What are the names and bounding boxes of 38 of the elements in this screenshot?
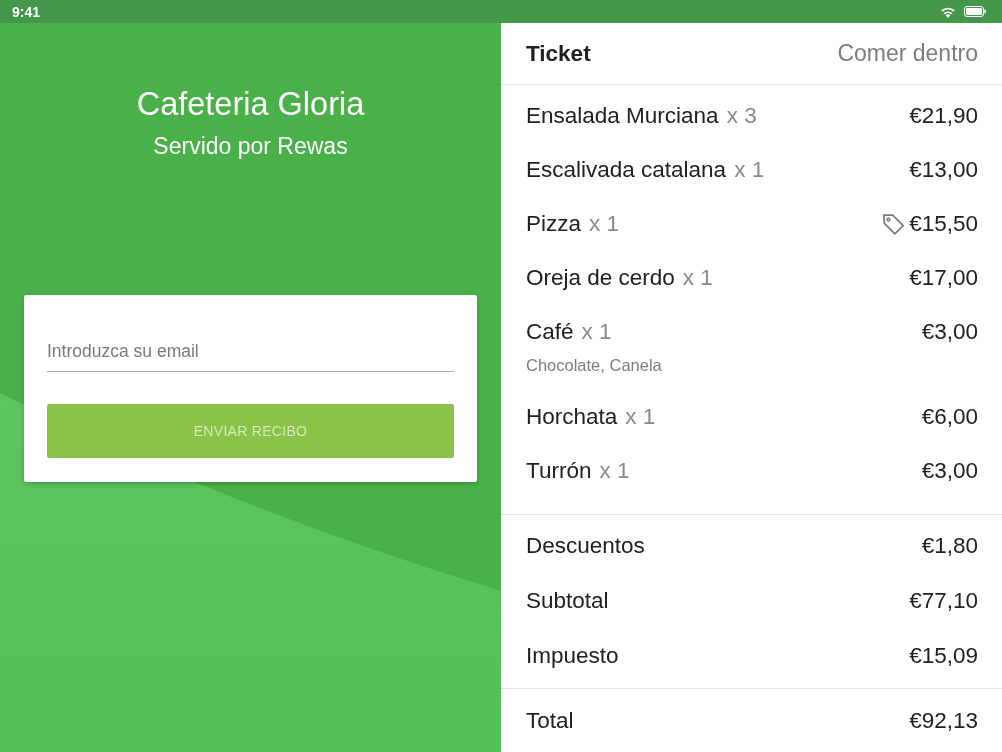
order-type: Comer dentro (837, 39, 978, 69)
item-price: €21,90 (909, 102, 978, 130)
battery-icon (964, 6, 986, 17)
item-name: Pizza (526, 210, 582, 238)
item-price: €3,00 (921, 318, 978, 346)
venue-subtitle: Servido por Rewas (153, 132, 348, 161)
item-price: €13,00 (909, 156, 978, 184)
item-quantity: x 1 (581, 318, 612, 346)
summary-value: €77,10 (909, 586, 978, 615)
summary-label: Descuentos (526, 531, 645, 560)
item-quantity: x 1 (682, 264, 713, 292)
wifi-icon (940, 5, 956, 18)
item-price: €17,00 (909, 264, 978, 292)
item-quantity: x 1 (589, 210, 620, 238)
item-quantity: x 1 (734, 156, 765, 184)
summary-label: Impuesto (526, 641, 619, 670)
item-name: Ensalada Murciana (526, 102, 719, 130)
item-quantity: x 1 (625, 403, 656, 431)
item-modifiers: Chocolate, Canela (526, 355, 663, 375)
item-name: Escalivada catalana (526, 156, 727, 184)
total-label: Total (526, 706, 574, 735)
summary-value: €1,80 (921, 531, 978, 560)
email-field[interactable]: Introduzca su email (47, 335, 454, 372)
summary-value: €15,09 (909, 641, 978, 670)
item-name: Horchata (526, 403, 618, 431)
item-name: Café (526, 318, 574, 346)
total-value: €92,13 (909, 706, 978, 735)
item-price: €6,00 (921, 403, 978, 431)
venue-name: Cafeteria Gloria (136, 85, 365, 124)
ticket-title: Ticket (526, 39, 591, 68)
summary-label: Subtotal (526, 586, 609, 615)
item-price: €3,00 (921, 457, 978, 485)
item-price: €15,50 (909, 210, 978, 238)
status-time: 9:41 (12, 4, 41, 19)
item-quantity: x 3 (726, 102, 757, 130)
item-name: Turrón (526, 457, 592, 485)
item-name: Oreja de cerdo (526, 264, 675, 292)
item-quantity: x 1 (599, 457, 630, 485)
